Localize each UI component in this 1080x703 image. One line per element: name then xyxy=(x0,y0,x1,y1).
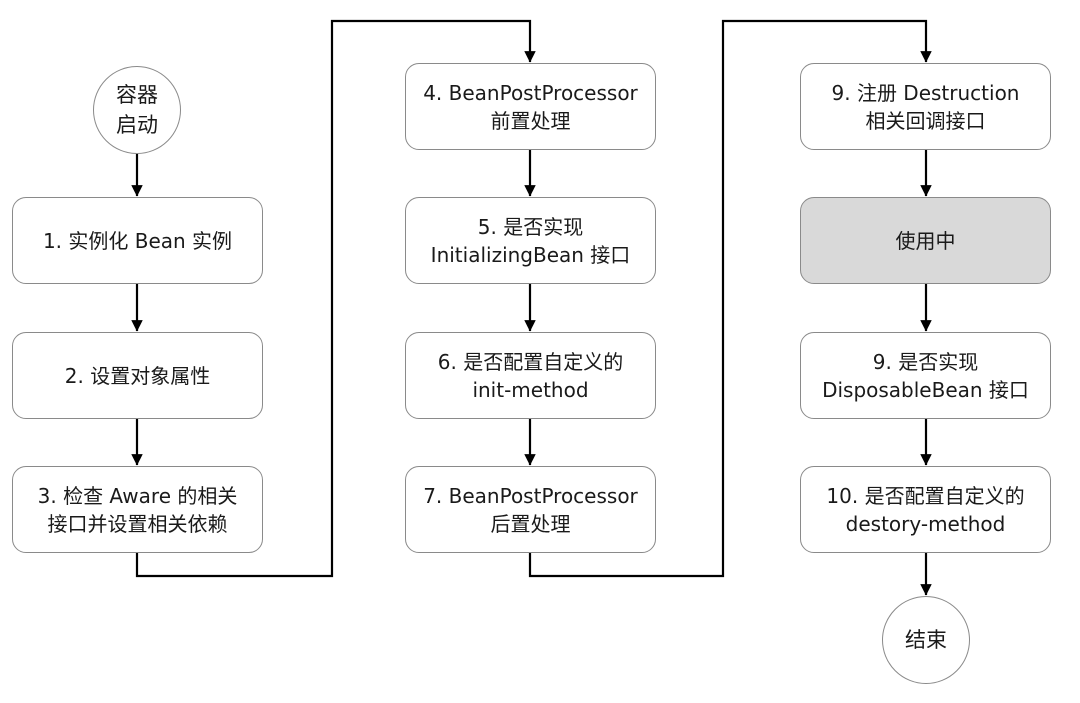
end-node: 结束 xyxy=(882,596,970,684)
step-9-register-destruction: 9. 注册 Destruction 相关回调接口 xyxy=(800,63,1051,150)
step-3-aware-interfaces: 3. 检查 Aware 的相关 接口并设置相关依赖 xyxy=(12,466,263,553)
step-4-bpp-before: 4. BeanPostProcessor 前置处理 xyxy=(405,63,656,150)
bean-lifecycle-flowchart: 容器 启动 1. 实例化 Bean 实例 2. 设置对象属性 3. 检查 Awa… xyxy=(0,0,1080,703)
start-node: 容器 启动 xyxy=(93,66,181,154)
step-6-init-method: 6. 是否配置自定义的 init-method xyxy=(405,332,656,419)
step-5-initializing-bean: 5. 是否实现 InitializingBean 接口 xyxy=(405,197,656,284)
step-7-bpp-after: 7. BeanPostProcessor 后置处理 xyxy=(405,466,656,553)
step-10-destroy-method: 10. 是否配置自定义的 destory-method xyxy=(800,466,1051,553)
step-1-instantiate-bean: 1. 实例化 Bean 实例 xyxy=(12,197,263,284)
in-use-node: 使用中 xyxy=(800,197,1051,284)
step-2-set-properties: 2. 设置对象属性 xyxy=(12,332,263,419)
step-9-disposable-bean: 9. 是否实现 DisposableBean 接口 xyxy=(800,332,1051,419)
